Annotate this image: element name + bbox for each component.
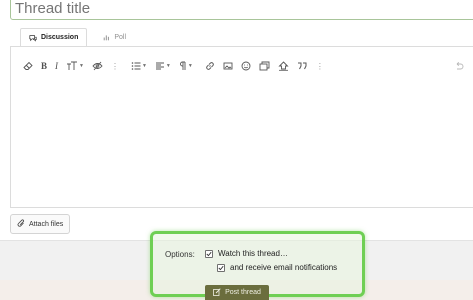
editor-tabs: Discussion Poll	[20, 28, 132, 47]
options-label: Options:	[165, 250, 195, 259]
attach-files-button[interactable]: Attach files	[10, 214, 71, 234]
image-icon[interactable]	[223, 60, 233, 72]
watch-thread-checkbox[interactable]	[205, 249, 213, 258]
tab-discussion-label: Discussion	[41, 34, 79, 41]
undo-icon[interactable]	[454, 60, 464, 72]
emoji-icon[interactable]	[241, 60, 251, 72]
post-thread-button[interactable]: Post thread	[205, 285, 269, 300]
paperclip-icon	[17, 218, 25, 230]
tab-poll[interactable]: Poll	[97, 28, 132, 46]
italic-icon[interactable]: I	[55, 60, 58, 72]
eraser-icon[interactable]	[23, 60, 33, 72]
discussion-icon	[29, 34, 37, 42]
email-notifications-option[interactable]: and receive email notifications	[217, 263, 337, 272]
list-icon[interactable]: ▼	[131, 60, 147, 72]
link-icon[interactable]	[205, 60, 215, 72]
editor-toolbar: B I ▼ ⋮ ▼ ▼ ▼ ⋮	[23, 60, 324, 72]
rich-text-editor[interactable]: B I ▼ ⋮ ▼ ▼ ▼ ⋮	[10, 46, 473, 208]
paragraph-icon[interactable]: ▼	[179, 60, 193, 72]
tab-discussion[interactable]: Discussion	[20, 28, 88, 47]
font-size-icon[interactable]: ▼	[66, 60, 84, 72]
align-icon[interactable]: ▼	[155, 60, 171, 72]
watch-thread-option[interactable]: Watch this thread…	[205, 249, 288, 258]
more-icon[interactable]: ⋮	[316, 60, 324, 72]
poll-icon	[103, 34, 110, 41]
email-notifications-checkbox[interactable]	[217, 263, 225, 272]
thread-title-input[interactable]	[10, 0, 473, 20]
media-icon[interactable]	[259, 60, 270, 72]
attach-files-label: Attach files	[29, 220, 64, 228]
quote-icon[interactable]	[297, 60, 308, 72]
post-thread-label: Post thread	[225, 289, 261, 296]
hide-icon[interactable]	[92, 60, 103, 72]
email-notifications-label: and receive email notifications	[230, 263, 338, 272]
watch-thread-label: Watch this thread…	[218, 249, 288, 258]
insert-icon[interactable]	[278, 60, 289, 72]
tab-poll-label: Poll	[114, 33, 127, 41]
edit-icon	[213, 287, 221, 298]
more-icon[interactable]: ⋮	[111, 60, 119, 72]
bold-icon[interactable]: B	[41, 60, 47, 72]
